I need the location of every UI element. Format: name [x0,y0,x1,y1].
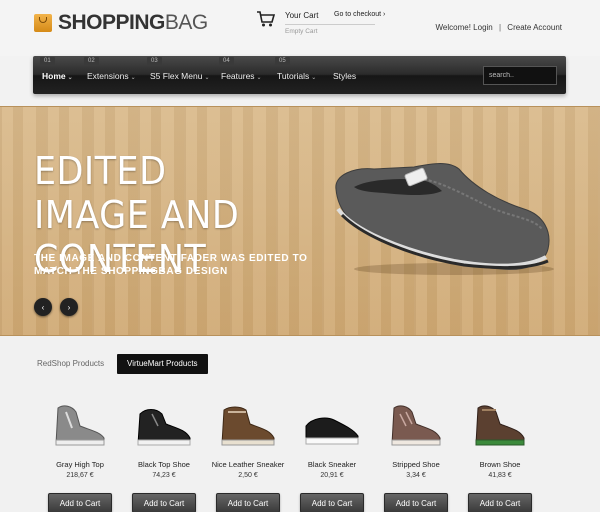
chevron-left-icon: ‹ [41,302,45,312]
chevron-down-icon: ⌄ [256,75,262,81]
cart-title[interactable]: Your Cart [285,11,319,20]
product-card: Brown Shoe 41,83 € Add to Cart [458,400,542,512]
product-name[interactable]: Stripped Shoe [374,460,458,469]
product-image-black-sneaker[interactable] [302,400,362,450]
nav-label-text: Features [221,71,255,81]
nav-label-text: Tutorials [277,71,310,81]
chevron-down-icon: ⌄ [311,75,317,81]
hero-shoe-image [335,163,554,275]
nav-number: 02 [84,57,99,65]
nav-label-text: Home [42,71,66,81]
product-image-brown-shoe[interactable] [470,400,530,450]
hero-slider: EDITED IMAGE AND CONTENT THE IMAGE AND C… [0,106,600,336]
tab-redshop-products[interactable]: RedShop Products [27,354,114,374]
chevron-right-icon: › [383,11,386,18]
shopping-bag-icon [34,14,52,32]
slider-next-button[interactable]: › [60,298,78,316]
product-name[interactable]: Black Top Shoe [122,460,206,469]
product-image-nice-leather-sneaker[interactable] [218,400,278,450]
search-input[interactable] [483,66,557,85]
product-card: Black Top Shoe 74,23 € Add to Cart [122,400,206,512]
create-account-link[interactable]: Create Account [507,23,562,32]
product-card: Black Sneaker 20,91 € Add to Cart [290,400,374,512]
product-price: 2,50 € [238,472,258,479]
product-tabs-section: RedShop Products VirtueMart Products Gra… [0,336,600,512]
nav-number: 03 [147,57,162,65]
add-to-cart-button[interactable]: Add to Cart [468,493,532,512]
add-to-cart-button[interactable]: Add to Cart [216,493,280,512]
logo-light-text: BAG [164,11,208,34]
tab-virtuemart-products[interactable]: VirtueMart Products [117,354,208,374]
welcome-text: Welcome! [435,23,471,32]
nav-label-text: Extensions [87,71,129,81]
product-price: 3,34 € [406,472,426,479]
chevron-right-icon: › [67,302,71,312]
product-price: 218,67 € [66,472,94,479]
nav-label: Tutorials ⌄ [277,71,316,81]
nav-label: Styles [333,71,356,81]
add-to-cart-button[interactable]: Add to Cart [48,493,112,512]
product-card: Stripped Shoe 3,34 € Add to Cart [374,400,458,512]
chevron-down-icon: ⌄ [204,75,210,81]
logo-bold-text: SHOPPING [58,11,165,34]
nav-label: Features ⌄ [221,71,262,81]
nav-label: Extensions ⌄ [87,71,136,81]
nav-number: 01 [40,57,55,65]
product-image-stripped-shoe[interactable] [386,400,446,450]
main-nav: 01 Home ⌄ 02 Extensions ⌄ 03 S5 Flex Menu ⌄… [33,56,566,94]
logo-text: SHOPPINGBAG [58,11,208,35]
nav-number: 05 [275,57,290,65]
cart-divider [285,24,375,25]
go-to-checkout-link[interactable]: Go to checkout › [334,11,385,18]
nav-number: 04 [219,57,234,65]
logo[interactable]: SHOPPINGBAG [34,11,208,35]
header: SHOPPINGBAG Your Cart Go to checkout › E… [0,0,600,56]
login-link[interactable]: Login [473,23,493,32]
cart-icon[interactable] [256,10,276,28]
nav-label-text: S5 Flex Menu [150,71,203,81]
product-card: Gray High Top 218,67 € Add to Cart [38,400,122,512]
product-image-gray-high-top[interactable] [50,400,110,450]
checkout-label: Go to checkout [334,11,382,18]
separator: | [498,23,502,32]
chevron-down-icon: ⌄ [67,75,73,81]
product-image-black-top-shoe[interactable] [134,400,194,450]
cart-status: Empty Cart [285,28,318,35]
add-to-cart-button[interactable]: Add to Cart [384,493,448,512]
add-to-cart-button[interactable]: Add to Cart [300,493,364,512]
chevron-down-icon: ⌄ [130,75,136,81]
nav-label-text: Styles [333,71,357,81]
product-card: Nice Leather Sneaker 2,50 € Add to Cart [206,400,290,512]
product-price: 41,83 € [488,472,512,479]
hero-subtitle: THE IMAGE AND CONTENT FADER WAS EDITED T… [34,253,308,277]
add-to-cart-button[interactable]: Add to Cart [132,493,196,512]
product-price: 74,23 € [152,472,176,479]
slider-prev-button[interactable]: ‹ [34,298,52,316]
nav-label: S5 Flex Menu ⌄ [150,71,209,81]
product-name[interactable]: Black Sneaker [290,460,374,469]
nav-label: Home ⌄ [42,71,73,81]
product-price: 20,91 € [320,472,344,479]
product-name[interactable]: Brown Shoe [458,460,542,469]
product-name[interactable]: Nice Leather Sneaker [206,460,290,469]
product-name[interactable]: Gray High Top [38,460,122,469]
account-links: Welcome! Login | Create Account [436,23,562,32]
